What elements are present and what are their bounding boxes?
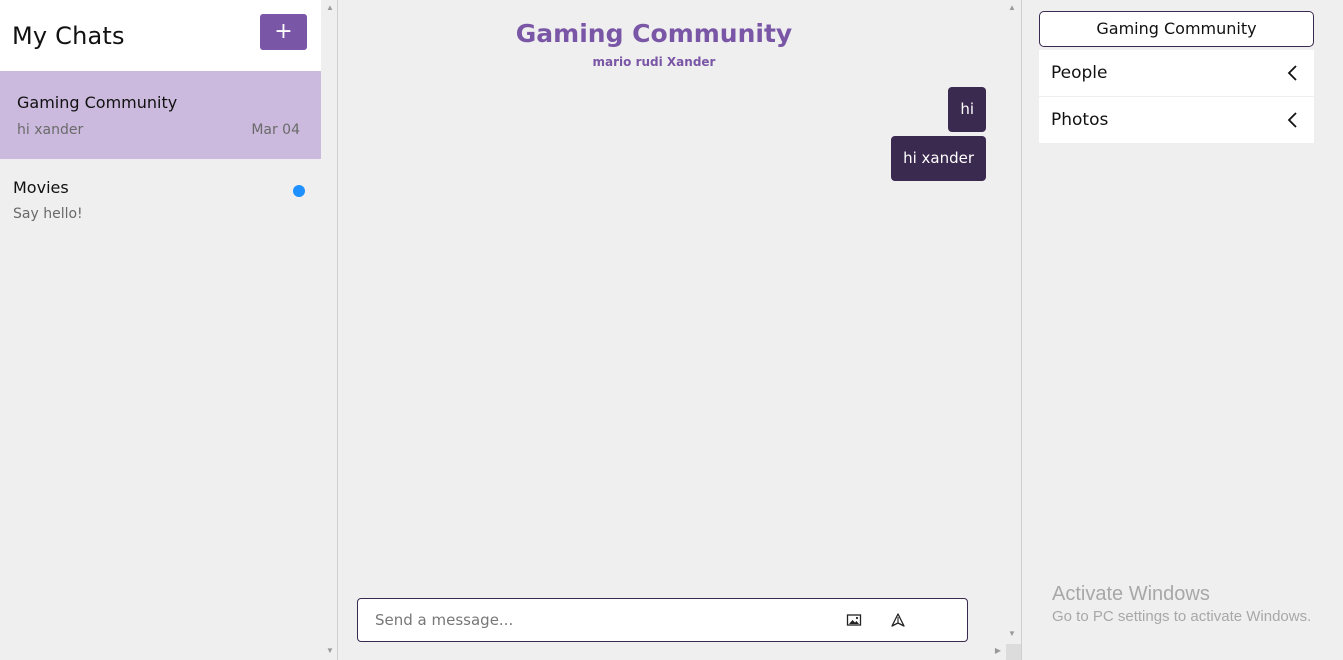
chat-item-movies[interactable]: Movies Say hello! — [0, 160, 321, 248]
chat-item-preview: hi xander — [17, 122, 84, 138]
details-section-people[interactable]: People — [1039, 50, 1314, 96]
details-section-photos[interactable]: Photos — [1039, 97, 1314, 143]
message-composer — [357, 598, 968, 642]
chat-members: mario rudi Xander — [592, 55, 716, 69]
chat-app: My Chats + Gaming Community hi xander Ma… — [0, 0, 1343, 660]
scroll-right-arrow-icon[interactable]: ▶ — [993, 646, 1003, 656]
activate-windows-title: Activate Windows — [1052, 583, 1210, 605]
chat-item-preview: Say hello! — [13, 206, 83, 222]
details-section-label: Photos — [1051, 110, 1109, 130]
chat-pane: Gaming Community mario rudi Xander hi hi… — [339, 0, 1022, 660]
sidebar-title: My Chats — [12, 22, 125, 50]
activate-windows-subtitle: Go to PC settings to activate Windows. — [1052, 608, 1312, 625]
scroll-down-arrow-icon[interactable]: ▼ — [325, 646, 335, 656]
chat-title: Gaming Community — [515, 19, 793, 48]
scrollbar-corner — [1006, 644, 1021, 660]
send-icon[interactable] — [890, 612, 908, 630]
chats-sidebar: My Chats + Gaming Community hi xander Ma… — [0, 0, 338, 660]
message-bubble: hi xander — [891, 136, 986, 181]
unread-indicator — [293, 185, 305, 197]
image-icon[interactable] — [846, 612, 864, 630]
chat-details-pane: Gaming Community People Photos Activate … — [1023, 0, 1343, 660]
sidebar-header: My Chats + — [0, 0, 321, 71]
scroll-up-arrow-icon[interactable]: ▲ — [1007, 3, 1017, 13]
chat-item-date: Mar 04 — [251, 122, 300, 138]
chat-item-name: Gaming Community — [17, 93, 178, 112]
chevron-left-icon — [1286, 111, 1300, 129]
details-section-label: People — [1051, 63, 1108, 83]
message-input[interactable] — [375, 607, 825, 633]
scroll-down-arrow-icon[interactable]: ▼ — [1007, 629, 1017, 639]
chat-item-name: Movies — [13, 178, 69, 197]
message-bubble: hi — [948, 87, 986, 132]
chevron-left-icon — [1286, 64, 1300, 82]
scroll-up-arrow-icon[interactable]: ▲ — [325, 3, 335, 13]
details-title: Gaming Community — [1039, 11, 1314, 47]
chat-item-gaming-community[interactable]: Gaming Community hi xander Mar 04 — [0, 71, 321, 159]
new-chat-button[interactable]: + — [260, 14, 307, 50]
